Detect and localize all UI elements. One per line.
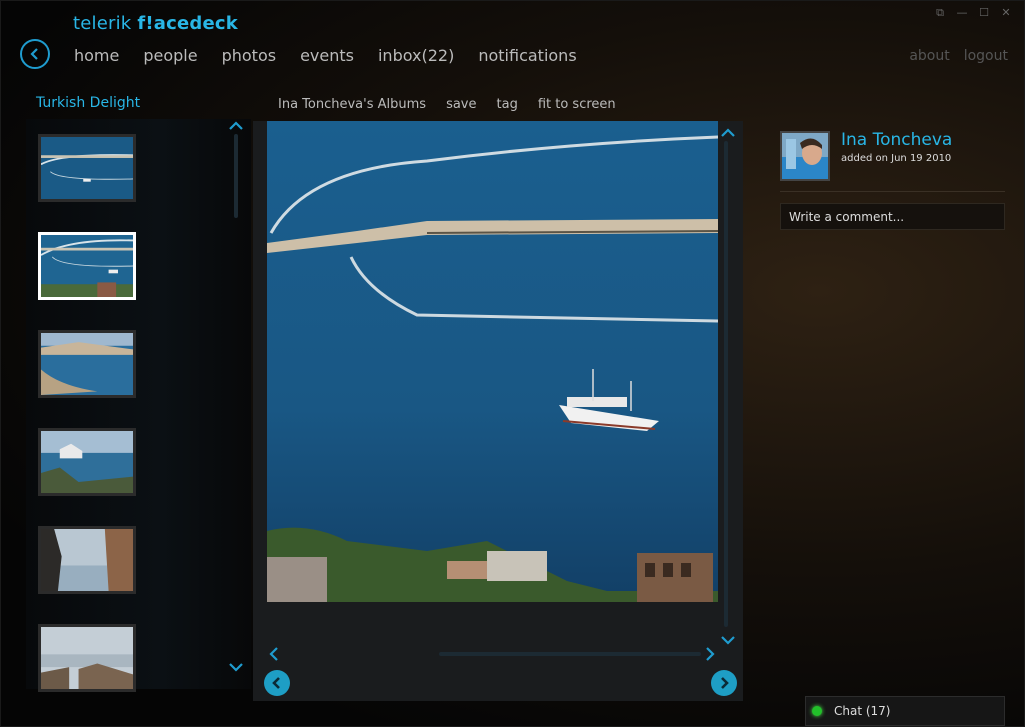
app-brand: telerik f!acedeck [73, 13, 238, 34]
thumbnail[interactable] [38, 330, 136, 398]
photo-horizontal-scrollbar[interactable] [439, 652, 701, 656]
nav-notifications[interactable]: notifications [478, 46, 576, 65]
nav-about[interactable]: about [909, 48, 949, 64]
chat-bar[interactable]: Chat (17) [805, 696, 1005, 726]
online-status-icon [812, 706, 822, 716]
scroll-down-icon[interactable] [721, 630, 735, 649]
back-button[interactable] [20, 39, 50, 69]
thumbnail-scrollbar[interactable] [234, 134, 238, 218]
maximize-icon[interactable]: ☐ [978, 7, 990, 19]
thumbnail-selected[interactable] [38, 232, 136, 300]
scroll-up-icon[interactable] [229, 116, 243, 135]
next-arrow-icon[interactable] [705, 646, 715, 665]
nav-events[interactable]: events [300, 46, 354, 65]
albums-link[interactable]: Ina Toncheva's Albums [278, 97, 426, 112]
close-icon[interactable]: ✕ [1000, 7, 1012, 19]
thumbnail-strip [26, 119, 251, 689]
author-name[interactable]: Ina Toncheva [841, 130, 952, 150]
main-nav: home people photos events inbox(22) noti… [74, 46, 577, 65]
brand-name: f!acedeck [137, 13, 238, 34]
nav-photos[interactable]: photos [222, 46, 276, 65]
scroll-down-icon[interactable] [229, 657, 243, 676]
nav-inbox[interactable]: inbox(22) [378, 46, 454, 65]
thumbnail[interactable] [38, 134, 136, 202]
secondary-nav: about logout [909, 48, 1008, 64]
comment-input[interactable] [780, 203, 1005, 230]
thumbnail[interactable] [38, 624, 136, 692]
thumbnail[interactable] [38, 428, 136, 496]
added-on-date: added on Jun 19 2010 [841, 153, 952, 164]
nav-people[interactable]: people [143, 46, 197, 65]
next-circle-icon [721, 677, 729, 689]
chat-label: Chat (17) [834, 704, 891, 718]
prev-arrow-icon[interactable] [269, 646, 279, 665]
save-button[interactable]: save [446, 97, 476, 112]
app-window: telerik f!acedeck ⧉ — ☐ ✕ home people ph… [0, 0, 1025, 727]
tag-button[interactable]: tag [497, 97, 518, 112]
next-photo-button[interactable] [711, 670, 737, 696]
back-icon [30, 48, 38, 60]
prev-circle-icon [272, 677, 280, 689]
previous-photo-button[interactable] [264, 670, 290, 696]
restore-icon[interactable]: ⧉ [934, 7, 946, 19]
main-photo [267, 121, 718, 602]
brand-prefix: telerik [73, 13, 138, 34]
fit-to-screen-button[interactable]: fit to screen [538, 97, 616, 112]
nav-home[interactable]: home [74, 46, 119, 65]
photo-vertical-scrollbar[interactable] [724, 141, 728, 627]
album-title[interactable]: Turkish Delight [36, 95, 140, 111]
nav-logout[interactable]: logout [964, 48, 1008, 64]
avatar[interactable] [780, 131, 830, 181]
divider [780, 191, 1005, 192]
minimize-icon[interactable]: — [956, 7, 968, 19]
photo-toolbar: Ina Toncheva's Albums save tag fit to sc… [278, 97, 616, 112]
scroll-up-icon[interactable] [721, 123, 735, 142]
window-controls: ⧉ — ☐ ✕ [934, 7, 1012, 19]
thumbnail[interactable] [38, 526, 136, 594]
